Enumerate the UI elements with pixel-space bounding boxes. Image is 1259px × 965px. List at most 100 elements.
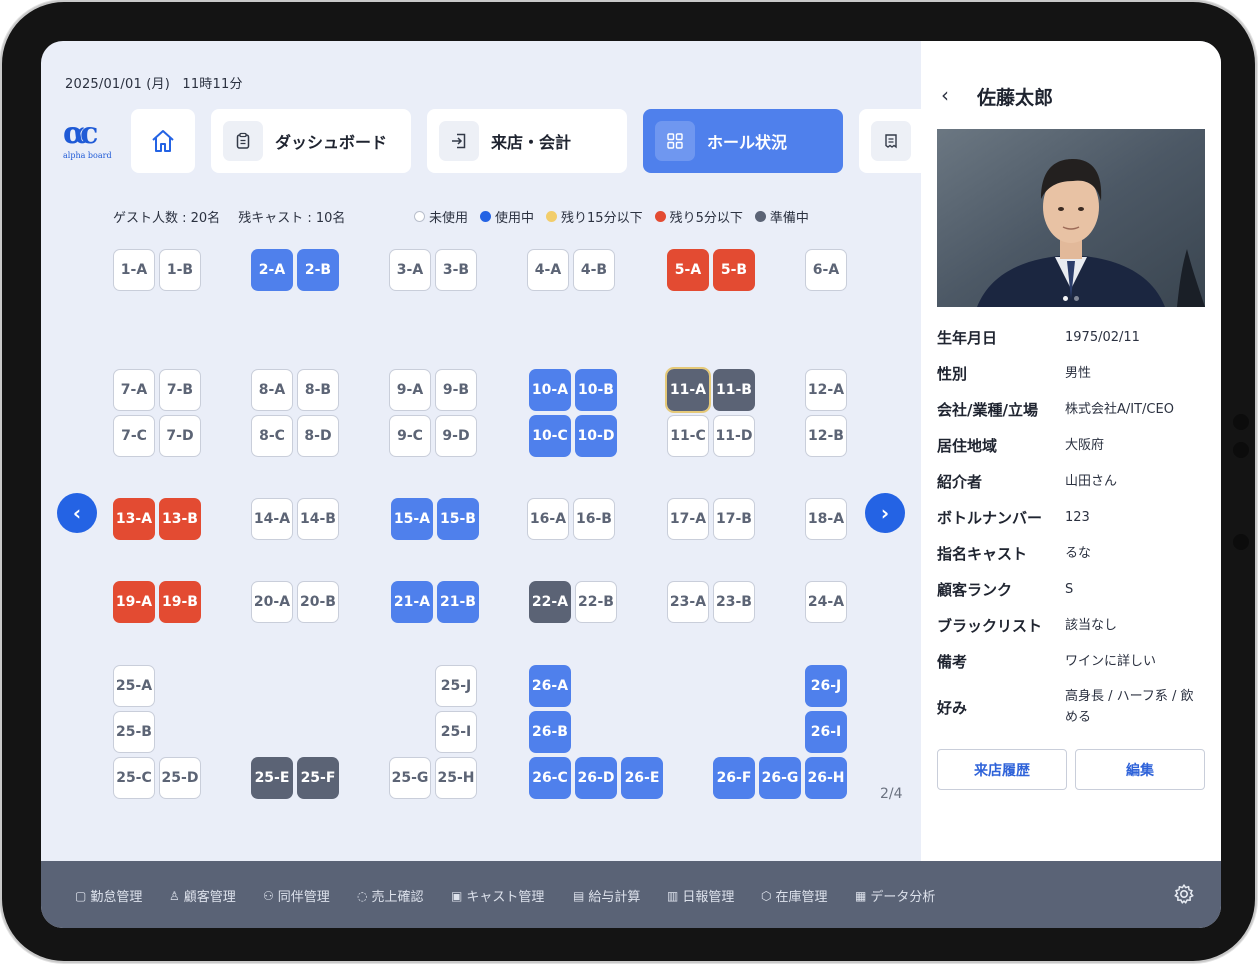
seat[interactable]: 19-B: [159, 581, 201, 623]
bottom-nav-daily-report[interactable]: ▥ 日報管理: [667, 886, 734, 906]
seat[interactable]: 25-H: [435, 757, 477, 799]
seat[interactable]: 15-B: [437, 498, 479, 540]
seat[interactable]: 7-D: [159, 415, 201, 457]
bottom-nav-customers[interactable]: ♙ 顧客管理: [169, 886, 236, 906]
bottom-nav-analytics[interactable]: ▦ データ分析: [855, 886, 935, 906]
seat[interactable]: 16-A: [527, 498, 569, 540]
seat[interactable]: 7-B: [159, 369, 201, 411]
bottom-nav-companion[interactable]: ⚇ 同伴管理: [263, 886, 330, 906]
seat[interactable]: 2-B: [297, 249, 339, 291]
seat[interactable]: 7-C: [113, 415, 155, 457]
seat[interactable]: 8-A: [251, 369, 293, 411]
seat[interactable]: 26-J: [805, 665, 847, 707]
seat[interactable]: 16-B: [573, 498, 615, 540]
seat[interactable]: 5-A: [667, 249, 709, 291]
seat[interactable]: 25-I: [435, 711, 477, 753]
field-value: るな: [1065, 546, 1092, 561]
seat[interactable]: 25-E: [251, 757, 293, 799]
seat[interactable]: 24-A: [805, 581, 847, 623]
seat[interactable]: 19-A: [113, 581, 155, 623]
seat[interactable]: 10-C: [529, 415, 571, 457]
seat[interactable]: 11-C: [667, 415, 709, 457]
seat[interactable]: 21-B: [437, 581, 479, 623]
nav-receipt-button[interactable]: [859, 109, 921, 173]
seat[interactable]: 2-A: [251, 249, 293, 291]
seat[interactable]: 25-D: [159, 757, 201, 799]
seat[interactable]: 22-B: [575, 581, 617, 623]
bottom-nav-payroll[interactable]: ▤ 給与計算: [573, 886, 640, 906]
nav-home-button[interactable]: [131, 109, 195, 173]
nav-hall-status-button[interactable]: ホール状況: [643, 109, 843, 173]
gear-icon[interactable]: [1173, 883, 1195, 910]
seat[interactable]: 17-A: [667, 498, 709, 540]
seat[interactable]: 1-B: [159, 249, 201, 291]
seat[interactable]: 3-B: [435, 249, 477, 291]
seat[interactable]: 13-A: [113, 498, 155, 540]
seat[interactable]: 8-C: [251, 415, 293, 457]
seat[interactable]: 9-C: [389, 415, 431, 457]
seat[interactable]: 25-G: [389, 757, 431, 799]
visit-history-button[interactable]: 来店履歴: [937, 749, 1067, 790]
back-chevron-icon[interactable]: ‹: [941, 83, 949, 107]
seat[interactable]: 7-A: [113, 369, 155, 411]
next-page-button[interactable]: ›: [865, 493, 905, 533]
seat[interactable]: 4-B: [573, 249, 615, 291]
seat[interactable]: 9-D: [435, 415, 477, 457]
seat[interactable]: 25-C: [113, 757, 155, 799]
seat[interactable]: 26-C: [529, 757, 571, 799]
seat[interactable]: 23-A: [667, 581, 709, 623]
seat[interactable]: 14-A: [251, 498, 293, 540]
prev-page-button[interactable]: ‹: [57, 493, 97, 533]
seat-selected[interactable]: 11-A: [665, 367, 711, 413]
seat[interactable]: 3-A: [389, 249, 431, 291]
seat[interactable]: 11-D: [713, 415, 755, 457]
seat[interactable]: 9-A: [389, 369, 431, 411]
customer-photo[interactable]: [937, 129, 1205, 307]
seat[interactable]: 10-D: [575, 415, 617, 457]
bottom-nav-attendance[interactable]: ▢ 勤怠管理: [75, 886, 142, 906]
photo-dot[interactable]: [1063, 296, 1068, 301]
seat[interactable]: 26-I: [805, 711, 847, 753]
seat[interactable]: 11-B: [713, 369, 755, 411]
seat[interactable]: 20-B: [297, 581, 339, 623]
seat[interactable]: 10-A: [529, 369, 571, 411]
seat[interactable]: 21-A: [391, 581, 433, 623]
seat[interactable]: 26-D: [575, 757, 617, 799]
bottom-nav-inventory[interactable]: ⬡ 在庫管理: [761, 886, 828, 906]
seat[interactable]: 17-B: [713, 498, 755, 540]
field-label: 性別: [937, 365, 968, 383]
bottom-nav-sales[interactable]: ◌ 売上確認: [357, 886, 424, 906]
seat[interactable]: 26-B: [529, 711, 571, 753]
seat[interactable]: 25-A: [113, 665, 155, 707]
seat[interactable]: 12-A: [805, 369, 847, 411]
seat[interactable]: 25-F: [297, 757, 339, 799]
seat[interactable]: 22-A: [529, 581, 571, 623]
seat[interactable]: 26-F: [713, 757, 755, 799]
nav-checkin-button[interactable]: 来店・会計: [427, 109, 627, 173]
seat[interactable]: 25-J: [435, 665, 477, 707]
seat[interactable]: 8-D: [297, 415, 339, 457]
seat[interactable]: 9-B: [435, 369, 477, 411]
seat[interactable]: 25-B: [113, 711, 155, 753]
seat[interactable]: 23-B: [713, 581, 755, 623]
seat[interactable]: 18-A: [805, 498, 847, 540]
seat[interactable]: 14-B: [297, 498, 339, 540]
edit-button[interactable]: 編集: [1075, 749, 1205, 790]
seat[interactable]: 15-A: [391, 498, 433, 540]
seat[interactable]: 13-B: [159, 498, 201, 540]
seat[interactable]: 10-B: [575, 369, 617, 411]
seat[interactable]: 12-B: [805, 415, 847, 457]
photo-dot[interactable]: [1074, 296, 1079, 301]
seat[interactable]: 1-A: [113, 249, 155, 291]
seat[interactable]: 4-A: [527, 249, 569, 291]
seat[interactable]: 26-G: [759, 757, 801, 799]
seat[interactable]: 6-A: [805, 249, 847, 291]
seat[interactable]: 26-H: [805, 757, 847, 799]
seat[interactable]: 26-A: [529, 665, 571, 707]
seat[interactable]: 5-B: [713, 249, 755, 291]
bottom-nav-cast[interactable]: ▣ キャスト管理: [451, 886, 544, 906]
seat[interactable]: 26-E: [621, 757, 663, 799]
seat[interactable]: 20-A: [251, 581, 293, 623]
nav-dashboard-button[interactable]: ダッシュボード: [211, 109, 411, 173]
seat[interactable]: 8-B: [297, 369, 339, 411]
